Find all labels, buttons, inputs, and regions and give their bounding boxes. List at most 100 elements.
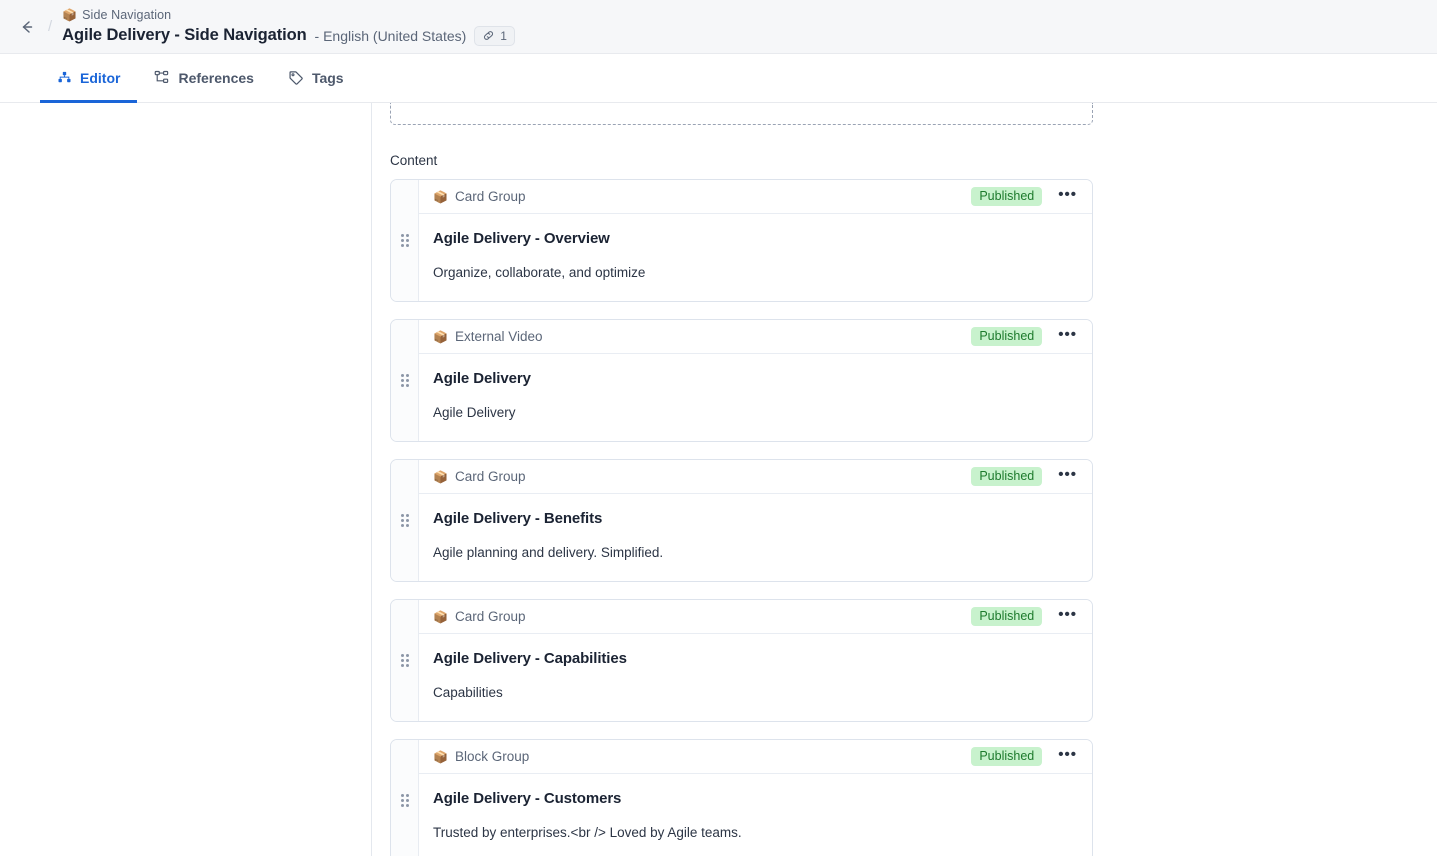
card-type-label: Card Group	[454, 189, 526, 204]
card-main: 📦 External Video Published ••• Agile Del…	[419, 320, 1092, 441]
tab-bar: Editor References Tags	[0, 54, 1437, 103]
card-type: 📦 External Video	[433, 329, 543, 344]
breadcrumb-separator: /	[48, 18, 53, 35]
card-body: Agile Delivery - Customers Trusted by en…	[419, 774, 1092, 856]
card-main: 📦 Card Group Published ••• Agile Deliver…	[419, 180, 1092, 301]
card-menu-button[interactable]: •••	[1055, 747, 1080, 765]
drag-handle-icon[interactable]	[400, 374, 409, 387]
card-description: Capabilities	[433, 685, 503, 700]
content-card[interactable]: 📦 External Video Published ••• Agile Del…	[390, 319, 1093, 442]
tab-editor-label: Editor	[80, 69, 121, 86]
drag-handle-icon[interactable]	[400, 654, 409, 667]
card-menu-button[interactable]: •••	[1055, 467, 1080, 485]
card-type-label: Card Group	[454, 469, 526, 484]
card-description: Trusted by enterprises.<br /> Loved by A…	[433, 825, 742, 840]
editor-panel[interactable]: Content 📦 Card Group Published ••• Agile…	[372, 103, 1437, 856]
card-type: 📦 Block Group	[433, 749, 529, 764]
tag-icon	[288, 70, 304, 86]
content-card-list: 📦 Card Group Published ••• Agile Deliver…	[390, 179, 1437, 856]
locale-label: - English (United States)	[314, 27, 467, 44]
drag-handle-icon[interactable]	[400, 514, 409, 527]
page-title: Agile Delivery - Side Navigation	[62, 26, 307, 44]
card-title: Agile Delivery - Customers	[433, 790, 622, 807]
package-icon: 📦	[433, 609, 448, 624]
package-icon: 📦	[433, 469, 448, 484]
card-header: 📦 External Video Published •••	[419, 320, 1092, 354]
card-header: 📦 Card Group Published •••	[419, 180, 1092, 214]
card-menu-button[interactable]: •••	[1055, 607, 1080, 625]
card-drag-gutter[interactable]	[391, 460, 419, 581]
package-icon: 📦	[62, 8, 78, 22]
card-drag-gutter[interactable]	[391, 320, 419, 441]
status-badge: Published	[971, 187, 1043, 206]
breadcrumb: 📦 Side Navigation Agile Delivery - Side …	[62, 7, 515, 47]
card-type: 📦 Card Group	[433, 609, 526, 624]
card-header-actions: Published •••	[971, 607, 1080, 626]
card-type-label: Card Group	[454, 609, 526, 624]
card-drag-gutter[interactable]	[391, 600, 419, 721]
drag-handle-icon[interactable]	[400, 234, 409, 247]
status-badge: Published	[971, 467, 1043, 486]
breadcrumb-label: Side Navigation	[82, 8, 172, 22]
card-header-actions: Published •••	[971, 187, 1080, 206]
status-badge: Published	[971, 607, 1043, 626]
card-menu-button[interactable]: •••	[1055, 327, 1080, 345]
card-title: Agile Delivery - Overview	[433, 230, 610, 247]
card-title: Agile Delivery - Benefits	[433, 510, 603, 527]
card-description: Organize, collaborate, and optimize	[433, 265, 646, 280]
card-body: Agile Delivery - Benefits Agile planning…	[419, 494, 1092, 581]
link-icon	[482, 29, 495, 42]
card-description: Agile Delivery	[433, 405, 516, 420]
left-panel	[0, 103, 372, 856]
card-menu-button[interactable]: •••	[1055, 187, 1080, 205]
drag-handle-icon[interactable]	[400, 794, 409, 807]
breadcrumb-row[interactable]: 📦 Side Navigation	[62, 7, 515, 24]
package-icon: 📦	[433, 329, 448, 344]
content-section-label: Content	[390, 153, 438, 168]
card-type: 📦 Card Group	[433, 189, 526, 204]
tab-references-label: References	[178, 69, 254, 86]
card-drag-gutter[interactable]	[391, 180, 419, 301]
page-body: Content 📦 Card Group Published ••• Agile…	[0, 103, 1437, 856]
card-header: 📦 Block Group Published •••	[419, 740, 1092, 774]
card-header-actions: Published •••	[971, 747, 1080, 766]
card-main: 📦 Card Group Published ••• Agile Deliver…	[419, 600, 1092, 721]
back-button[interactable]	[14, 14, 40, 40]
content-card[interactable]: 📦 Card Group Published ••• Agile Deliver…	[390, 599, 1093, 722]
card-body: Agile Delivery Agile Delivery	[419, 354, 1092, 441]
card-body: Agile Delivery - Overview Organize, coll…	[419, 214, 1092, 301]
package-icon: 📦	[433, 189, 448, 204]
drop-placeholder[interactable]	[390, 103, 1093, 125]
card-header: 📦 Card Group Published •••	[419, 600, 1092, 634]
card-header-actions: Published •••	[971, 327, 1080, 346]
card-type-label: External Video	[454, 329, 543, 344]
card-body: Agile Delivery - Capabilities Capabiliti…	[419, 634, 1092, 721]
card-drag-gutter[interactable]	[391, 740, 419, 856]
card-type-label: Block Group	[454, 749, 530, 764]
card-main: 📦 Card Group Published ••• Agile Deliver…	[419, 460, 1092, 581]
page-header: / 📦 Side Navigation Agile Delivery - Sid…	[0, 0, 1437, 54]
editor-scroll-area: Content 📦 Card Group Published ••• Agile…	[372, 103, 1437, 856]
card-description: Agile planning and delivery. Simplified.	[433, 545, 664, 560]
card-main: 📦 Block Group Published ••• Agile Delive…	[419, 740, 1092, 856]
card-title: Agile Delivery	[433, 370, 531, 387]
tab-editor[interactable]: Editor	[40, 55, 138, 103]
status-badge: Published	[971, 747, 1043, 766]
app-root: / 📦 Side Navigation Agile Delivery - Sid…	[0, 0, 1437, 856]
content-card[interactable]: 📦 Card Group Published ••• Agile Deliver…	[390, 459, 1093, 582]
tab-tags[interactable]: Tags	[271, 55, 361, 103]
card-title: Agile Delivery - Capabilities	[433, 650, 627, 667]
content-card[interactable]: 📦 Block Group Published ••• Agile Delive…	[390, 739, 1093, 856]
hierarchy-dots-icon	[57, 70, 72, 85]
card-header-actions: Published •••	[971, 467, 1080, 486]
title-row: Agile Delivery - Side Navigation - Engli…	[62, 25, 515, 47]
tab-references[interactable]: References	[137, 55, 271, 103]
arrow-left-icon	[18, 18, 36, 36]
card-type: 📦 Card Group	[433, 469, 526, 484]
link-count-badge[interactable]: 1	[474, 25, 515, 46]
status-badge: Published	[971, 327, 1043, 346]
card-header: 📦 Card Group Published •••	[419, 460, 1092, 494]
tab-tags-label: Tags	[311, 69, 344, 86]
content-card[interactable]: 📦 Card Group Published ••• Agile Deliver…	[390, 179, 1093, 302]
sitemap-icon	[154, 70, 170, 85]
